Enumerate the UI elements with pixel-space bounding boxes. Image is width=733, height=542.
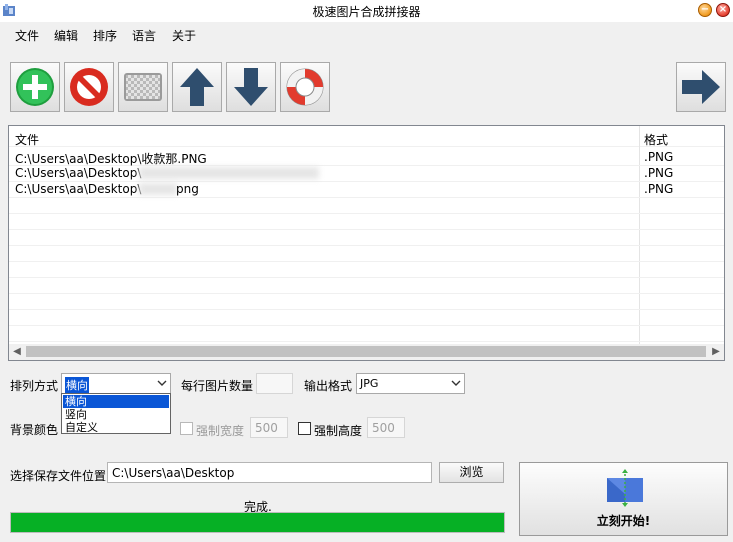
save-location-label: 选择保存文件位置 (10, 469, 107, 483)
chevron-down-icon (157, 380, 167, 386)
help-button[interactable] (280, 62, 330, 112)
scroll-left-icon[interactable]: ◀ (9, 344, 25, 360)
file-format: .PNG (644, 182, 674, 196)
arrange-label: 排列方式 (10, 379, 59, 393)
arrange-option-custom[interactable]: 自定义 (63, 421, 169, 434)
arrange-value: 横向 (65, 377, 89, 393)
move-down-button[interactable] (226, 62, 276, 112)
file-list[interactable]: 文件 格式 C:\Users\aa\Desktop\收款那.PNG .PNG C… (8, 125, 725, 361)
close-icon: × (718, 4, 728, 15)
arrow-right-icon (682, 70, 720, 104)
next-button[interactable] (676, 62, 726, 112)
empty-row (9, 277, 724, 294)
clear-list-button[interactable] (118, 62, 168, 112)
table-row[interactable]: C:\Users\aa\Desktop\ .PNG (9, 165, 724, 182)
minimize-icon: − (700, 4, 710, 15)
checkerboard-icon (124, 73, 162, 101)
file-path: C:\Users\aa\Desktop\ (15, 182, 142, 196)
table-row[interactable]: C:\Users\aa\Desktop\收款那.PNG .PNG (9, 149, 724, 166)
empty-row (9, 293, 724, 310)
file-format: .PNG (644, 166, 674, 180)
title-bar: 极速图片合成拼接器 − × (0, 0, 733, 22)
redacted-filename (139, 167, 319, 179)
empty-row (9, 261, 724, 278)
force-height-checkbox[interactable] (298, 422, 311, 435)
add-files-button[interactable] (10, 62, 60, 112)
output-format-select[interactable]: JPG (356, 373, 465, 394)
table-row[interactable]: C:\Users\aa\Desktop\ png .PNG (9, 181, 724, 198)
arrow-up-icon (180, 68, 214, 106)
force-height-label: 强制高度 (314, 424, 363, 438)
arrange-option-horizontal[interactable]: 横向 (63, 395, 169, 408)
scrollbar-thumb[interactable] (26, 346, 706, 357)
arrange-select[interactable]: 横向 (61, 373, 171, 394)
file-path-tail: png (176, 182, 199, 196)
arrange-option-vertical[interactable]: 竖向 (63, 408, 169, 421)
progress-bar (10, 512, 505, 533)
file-format: .PNG (644, 150, 674, 164)
empty-row (9, 213, 724, 230)
force-width-checkbox[interactable] (180, 422, 193, 435)
force-width-label: 强制宽度 (196, 424, 245, 438)
force-width-input[interactable]: 500 (250, 417, 288, 438)
arrange-dropdown-list[interactable]: 横向 竖向 自定义 (61, 393, 171, 434)
per-row-label: 每行图片数量 (181, 379, 254, 393)
redacted-filename (139, 183, 177, 195)
start-button-label: 立刻开始! (596, 514, 651, 528)
add-icon (16, 68, 54, 106)
output-format-label: 输出格式 (304, 379, 353, 393)
move-up-button[interactable] (172, 62, 222, 112)
merge-images-icon (607, 469, 643, 507)
empty-row (9, 197, 724, 214)
column-header-format[interactable]: 格式 (644, 131, 668, 148)
remove-file-button[interactable] (64, 62, 114, 112)
scroll-right-icon[interactable]: ▶ (708, 344, 724, 360)
file-path: C:\Users\aa\Desktop\ (15, 166, 142, 180)
menu-sort[interactable]: 排序 (93, 27, 117, 44)
empty-row (9, 325, 724, 342)
lifebuoy-icon (286, 68, 324, 106)
menu-edit[interactable]: 编辑 (54, 27, 78, 44)
minimize-button[interactable]: − (698, 3, 712, 17)
browse-button[interactable]: 浏览 (439, 462, 504, 483)
empty-row (9, 245, 724, 262)
window-title: 极速图片合成拼接器 (312, 5, 421, 19)
output-format-value: JPG (360, 377, 379, 390)
force-height-input[interactable]: 500 (367, 417, 405, 438)
bg-color-label: 背景颜色 (10, 423, 59, 437)
close-button[interactable]: × (716, 3, 730, 17)
empty-row (9, 229, 724, 246)
save-path-input[interactable]: C:\Users\aa\Desktop (107, 462, 432, 483)
empty-row (9, 309, 724, 326)
menu-file[interactable]: 文件 (15, 27, 39, 44)
per-row-input[interactable] (256, 373, 293, 394)
horizontal-scrollbar[interactable]: ◀ ▶ (9, 344, 724, 360)
column-header-file[interactable]: 文件 (15, 131, 39, 148)
chevron-down-icon (451, 380, 461, 386)
file-list-header: 文件 格式 (9, 126, 724, 147)
menu-about[interactable]: 关于 (172, 27, 196, 44)
progress-fill (11, 513, 504, 532)
arrow-down-icon (234, 68, 268, 106)
no-entry-icon (70, 68, 108, 106)
menu-bar: 文件 编辑 排序 语言 关于 (0, 25, 733, 45)
start-button[interactable]: 立刻开始! (519, 462, 728, 536)
menu-language[interactable]: 语言 (132, 27, 156, 44)
